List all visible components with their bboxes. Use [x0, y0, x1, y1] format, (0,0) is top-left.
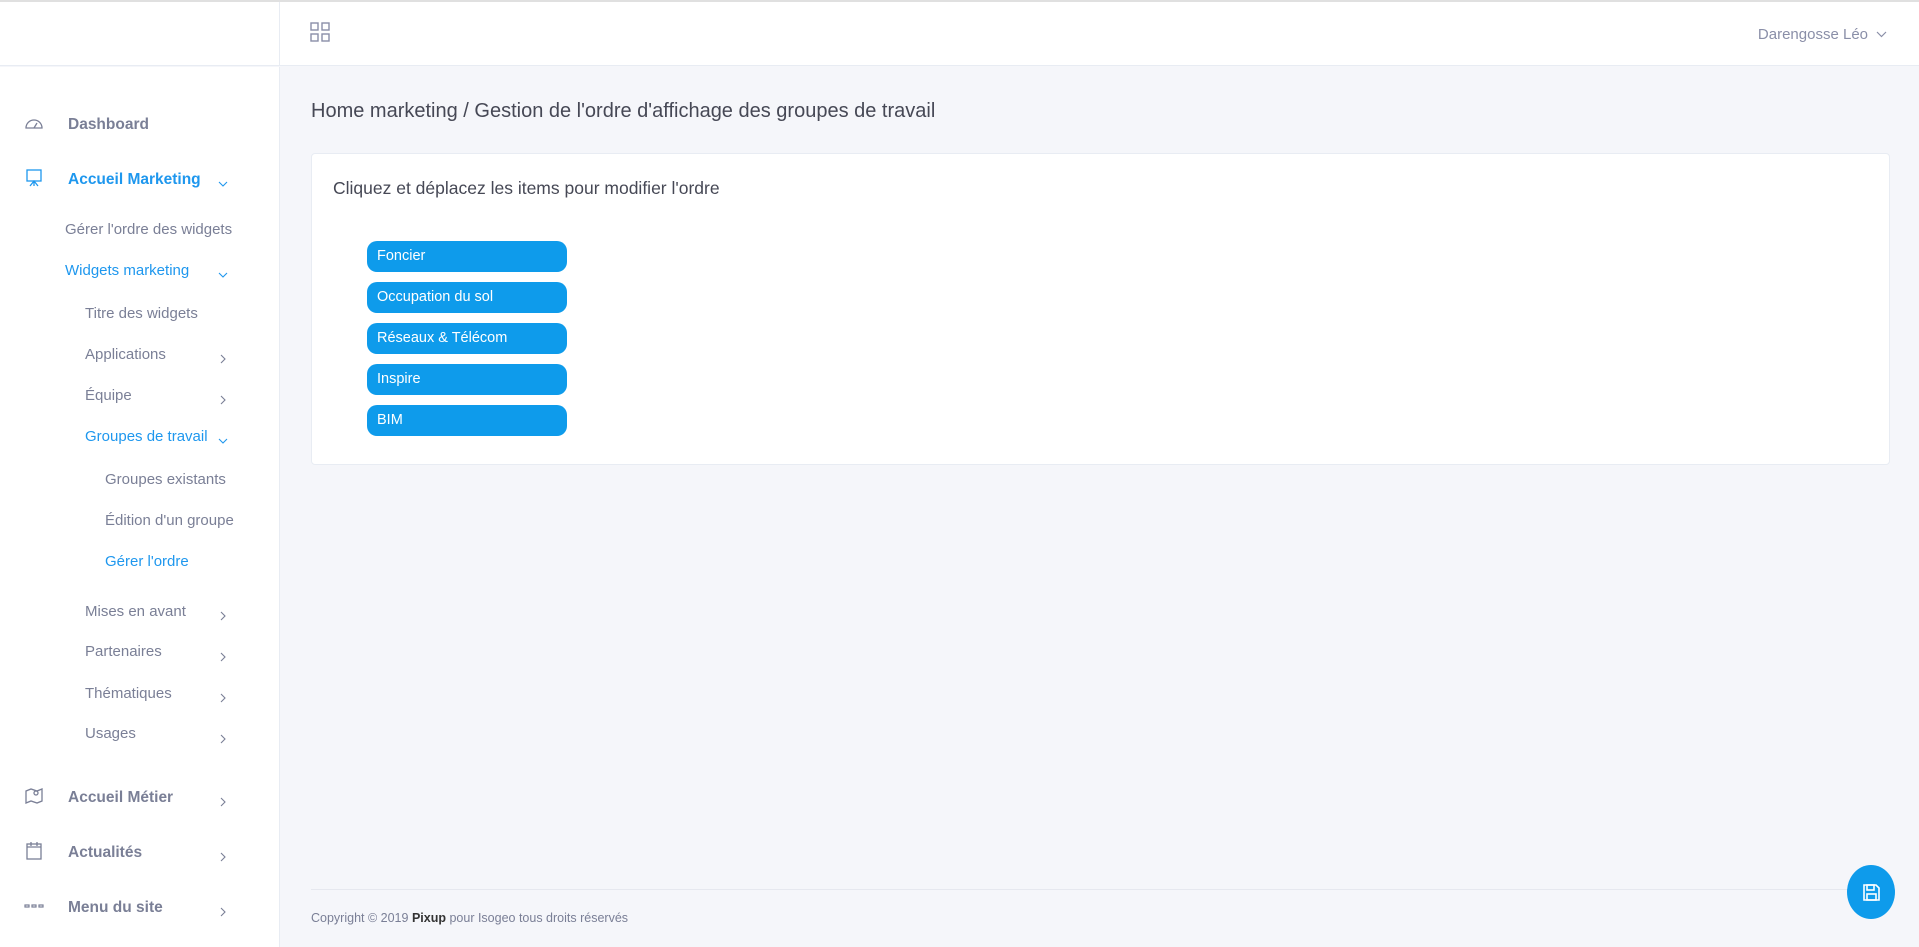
calendar-icon — [26, 842, 42, 860]
sidebar-item-dashboard[interactable]: Dashboard — [25, 116, 149, 134]
copyright-suffix: pour Isogeo tous droits réservés — [445, 911, 629, 925]
header: Darengosse Léo — [0, 2, 1919, 66]
sidebar-item-label: Dashboard — [68, 116, 149, 133]
card-title: Cliquez et déplacez les items pour modif… — [333, 178, 720, 198]
sidebar-item-label: Gérer l'ordre — [105, 553, 189, 570]
sidebar-item-accueil-metier[interactable]: Accueil Métier — [25, 788, 174, 807]
sidebar-item-label: Applications — [85, 346, 166, 363]
sidebar-item-titre-widgets[interactable]: Titre des widgets — [85, 305, 198, 322]
chevron-right-icon — [220, 611, 226, 621]
sidebar-item-groupes-travail[interactable]: Groupes de travail — [85, 428, 208, 445]
sidebar-item-label: Groupes de travail — [85, 428, 208, 445]
sidebar-item-label: Équipe — [85, 387, 132, 404]
sortable-item[interactable]: Foncier — [367, 241, 567, 272]
chevron-right-icon — [220, 652, 226, 662]
sidebar-item-usages[interactable]: Usages — [85, 725, 136, 742]
sidebar-item-label: Titre des widgets — [85, 305, 198, 322]
sidebar-item-label: Menu du site — [68, 899, 163, 916]
sidebar-item-label: Accueil Métier — [68, 789, 174, 806]
copyright-prefix: Copyright © 2019 — [311, 911, 412, 925]
sortable-item[interactable]: Inspire — [367, 364, 567, 395]
chevron-right-icon — [220, 354, 226, 364]
logo-area — [0, 2, 280, 66]
sidebar-item-equipe[interactable]: Équipe — [85, 387, 132, 404]
footer-divider — [311, 889, 1889, 890]
sidebar-item-edition-groupe[interactable]: Édition d'un groupe — [105, 512, 234, 529]
presentation-board-icon — [26, 169, 42, 187]
sidebar-item-label: Thématiques — [85, 685, 172, 702]
sidebar-item-label: Partenaires — [85, 643, 162, 660]
sidebar-item-accueil-marketing[interactable]: Accueil Marketing — [26, 169, 201, 189]
sidebar-item-label: Actualités — [68, 844, 143, 861]
grid-icon[interactable] — [310, 22, 330, 42]
sidebar-item-label: Gérer l'ordre des widgets — [65, 221, 233, 238]
sortable-card: Cliquez et déplacez les items pour modif… — [311, 153, 1890, 465]
chevron-down-icon — [218, 272, 228, 278]
floppy-disk-icon — [1862, 883, 1880, 901]
map-pin-icon — [25, 788, 43, 804]
breadcrumb: Home marketing / Gestion de l'ordre d'af… — [311, 100, 936, 122]
sortable-item[interactable]: Occupation du sol — [367, 282, 567, 313]
sortable-item[interactable]: BIM — [367, 405, 567, 436]
sidebar-item-label: Usages — [85, 725, 136, 742]
sortable-item[interactable]: Réseaux & Télécom — [367, 323, 567, 354]
sidebar-item-applications[interactable]: Applications — [85, 346, 166, 363]
sidebar-item-label: Édition d'un groupe — [105, 512, 234, 529]
chevron-right-icon — [220, 797, 226, 807]
sidebar-item-label: Accueil Marketing — [68, 171, 201, 188]
chevron-right-icon — [220, 907, 226, 917]
sidebar: Dashboard Accueil Marketing Gérer l'ordr… — [0, 67, 280, 947]
save-button[interactable] — [1847, 865, 1895, 919]
sidebar-item-partenaires[interactable]: Partenaires — [85, 643, 162, 660]
footer: Copyright © 2019 Pixup pour Isogeo tous … — [311, 911, 628, 925]
chevron-down-icon — [1876, 31, 1887, 38]
chevron-right-icon — [220, 693, 226, 703]
sidebar-item-actualites[interactable]: Actualités — [26, 842, 143, 862]
sidebar-item-menu-site[interactable]: Menu du site — [24, 899, 163, 917]
sidebar-item-gerer-widgets[interactable]: Gérer l'ordre des widgets — [65, 221, 232, 238]
sidebar-item-thematiques[interactable]: Thématiques — [85, 685, 172, 702]
chevron-right-icon — [220, 852, 226, 862]
brand-link: Pixup — [411, 911, 446, 925]
user-menu[interactable]: Darengosse Léo — [1758, 26, 1887, 43]
chevron-down-icon — [218, 438, 228, 444]
sidebar-item-label: Groupes existants — [105, 471, 226, 488]
chevron-right-icon — [220, 395, 226, 405]
sidebar-item-label: Mises en avant — [85, 603, 186, 620]
sidebar-item-gerer-ordre[interactable]: Gérer l'ordre — [105, 553, 189, 570]
sidebar-item-label: Widgets marketing — [65, 262, 190, 279]
sidebar-item-mises-en-avant[interactable]: Mises en avant — [85, 603, 186, 620]
dashboard-icon — [25, 119, 43, 129]
menu-dots-icon — [24, 904, 44, 908]
sidebar-item-widgets-marketing[interactable]: Widgets marketing — [65, 262, 189, 279]
user-name: Darengosse Léo — [1757, 26, 1868, 43]
sidebar-item-groupes-existants[interactable]: Groupes existants — [105, 471, 226, 488]
chevron-right-icon — [220, 734, 226, 744]
chevron-down-icon — [218, 181, 228, 187]
